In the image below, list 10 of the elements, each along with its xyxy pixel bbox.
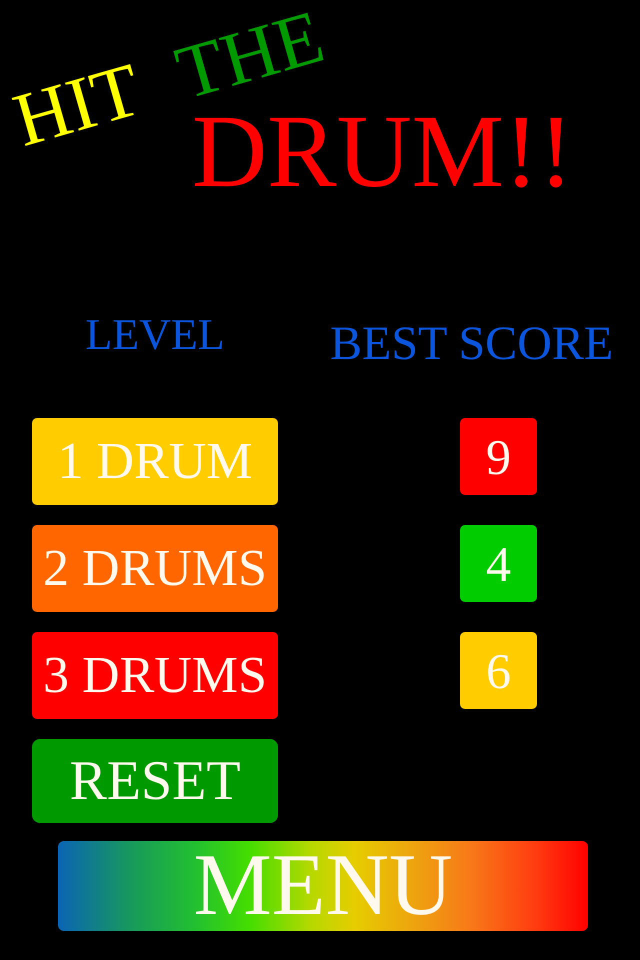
- reset-button[interactable]: RESET: [32, 739, 278, 823]
- best-score-tile: 4: [460, 525, 537, 602]
- level-button[interactable]: 3 DRUMS: [32, 632, 278, 719]
- best-score-heading: BEST SCORE: [330, 320, 614, 368]
- title-word: HIT: [6, 51, 149, 159]
- level-button[interactable]: 2 DRUMS: [32, 525, 278, 612]
- best-score-tile: 6: [460, 632, 537, 709]
- level-heading: LEVEL: [85, 313, 225, 357]
- best-score-tile: 9: [460, 418, 537, 495]
- level-button[interactable]: 1 DRUM: [32, 418, 278, 505]
